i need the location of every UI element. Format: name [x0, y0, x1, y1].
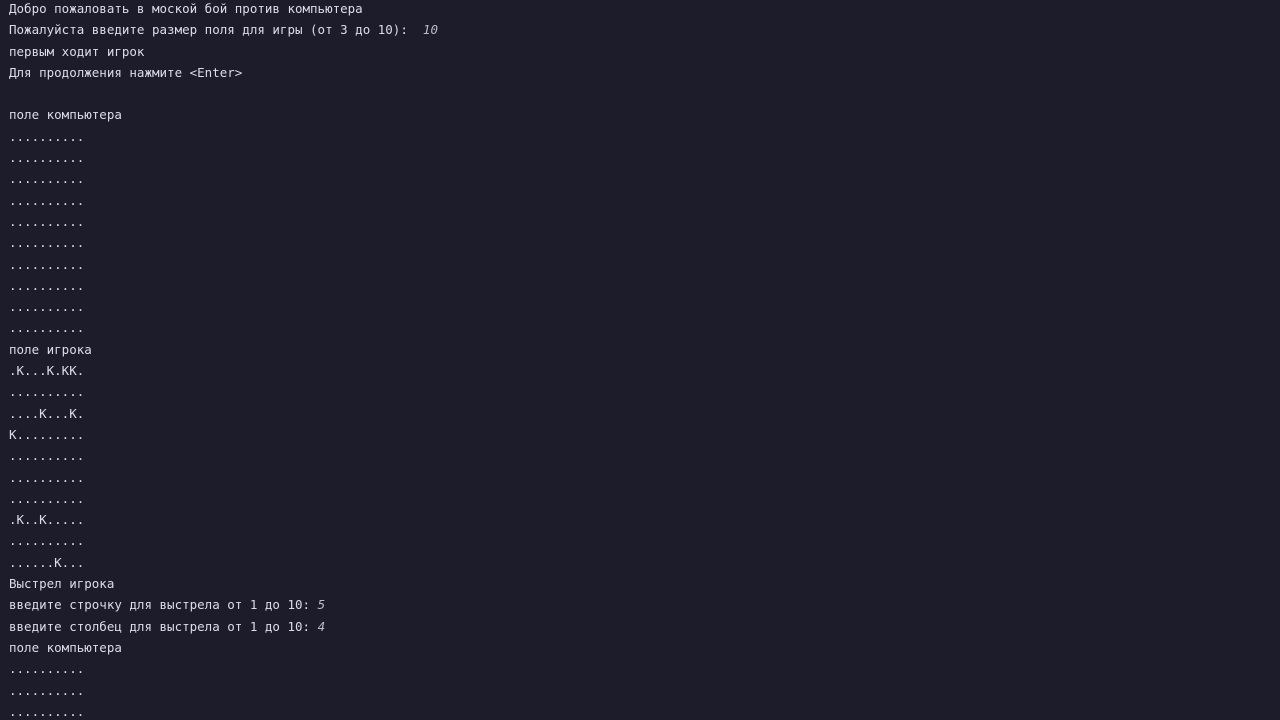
- computer-field-row: ..........: [9, 256, 85, 272]
- player-field-row: ......К...: [9, 554, 85, 570]
- terminal-window[interactable]: Добро пожаловать в моской бой против ком…: [0, 0, 1280, 720]
- computer-field-row: ..........: [9, 299, 85, 315]
- field-size-prompt: Пожалуйста введите размер поля для игры …: [9, 22, 423, 38]
- player-field-row: ....К...К.: [9, 405, 85, 421]
- computer-field-row: ..........: [9, 192, 85, 208]
- player-field-row: .К..К.....: [9, 512, 85, 528]
- computer-field-row: ..........: [9, 277, 85, 293]
- player-field-row: ..........: [9, 469, 85, 485]
- player-field-row: ..........: [9, 533, 85, 549]
- shot-row-prompt: введите строчку для выстрела от 1 до 10:: [9, 597, 318, 613]
- player-field-row: ..........: [9, 448, 85, 464]
- shot-col-prompt-line: введите столбец для выстрела от 1 до 10:…: [9, 616, 1271, 637]
- computer-field-row: ..........: [9, 150, 85, 166]
- field-size-prompt-line: Пожалуйста введите размер поля для игры …: [9, 19, 1271, 40]
- shot-row-input[interactable]: 5: [318, 597, 326, 612]
- computer-field-row: ..........: [9, 213, 85, 229]
- player-field-row: К.........: [9, 426, 85, 442]
- shot-row-prompt-line: введите строчку для выстрела от 1 до 10:…: [9, 594, 1271, 615]
- computer-field-row: ..........: [9, 171, 85, 187]
- computer-field-row: ..........: [9, 682, 85, 698]
- computer-field-row: ..........: [9, 661, 85, 677]
- welcome-message: Добро пожаловать в моской бой против ком…: [9, 1, 363, 16]
- first-turn-message: первым ходит игрок: [9, 43, 145, 59]
- computer-field-title: поле компьютера: [9, 107, 122, 123]
- shot-col-input[interactable]: 4: [318, 619, 326, 634]
- computer-field-row: ..........: [9, 320, 85, 336]
- computer-field-row: ..........: [9, 235, 85, 251]
- player-field-title: поле игрока: [9, 341, 92, 357]
- player-field-row: ..........: [9, 490, 85, 506]
- computer-field-title: поле компьютера: [9, 639, 122, 655]
- player-field-row: ..........: [9, 384, 85, 400]
- field-size-input[interactable]: 10: [423, 22, 438, 37]
- computer-field-row: ..........: [9, 128, 85, 144]
- player-field-row: .К...К.КК.: [9, 363, 85, 379]
- player-shot-title: Выстрел игрока: [9, 576, 115, 592]
- shot-col-prompt: введите столбец для выстрела от 1 до 10:: [9, 618, 318, 634]
- computer-field-row: ..........: [9, 703, 85, 719]
- continue-prompt: Для продолжения нажмите <Enter>: [9, 64, 243, 80]
